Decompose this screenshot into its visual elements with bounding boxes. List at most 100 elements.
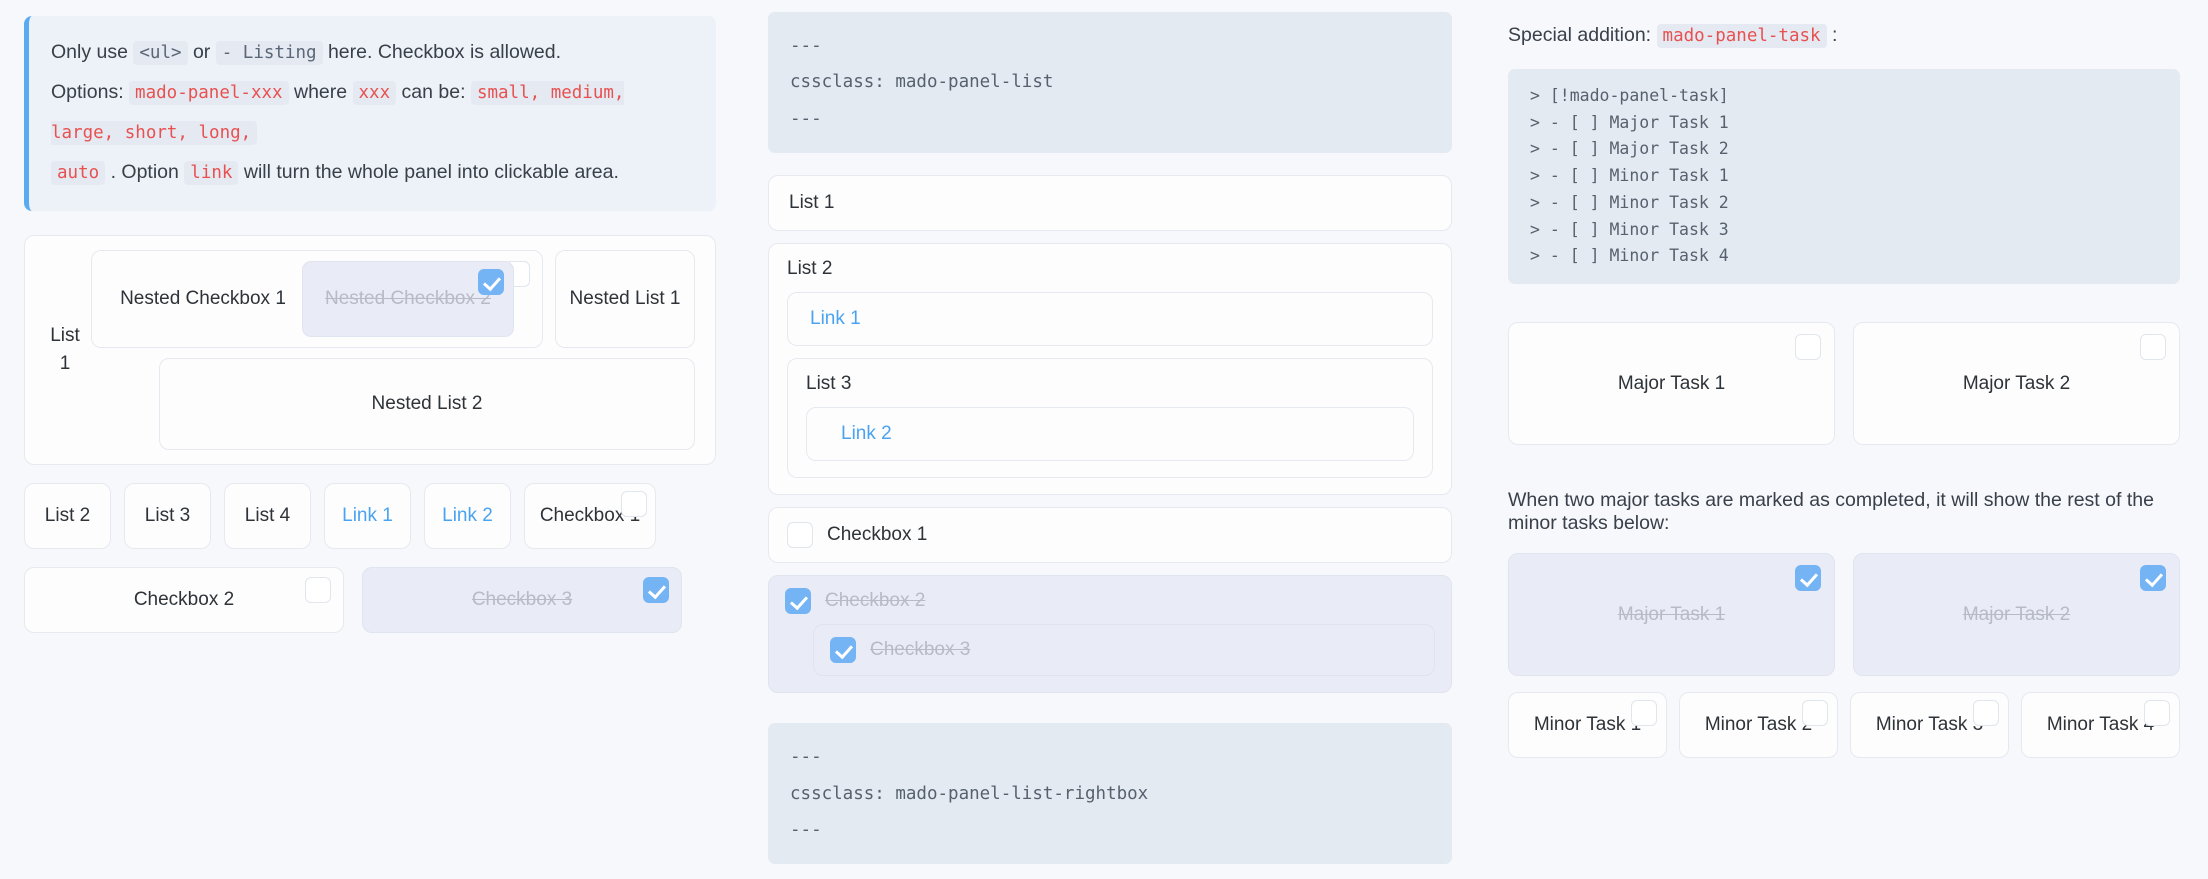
code-block-panel-list: --- cssclass: mado-panel-list --- — [768, 12, 1452, 154]
callout-text: here. Checkbox is allowed. — [322, 41, 562, 63]
chip-label: List 4 — [244, 504, 291, 526]
callout-line-2: Options: mado-panel-xxx where xxx can be… — [51, 72, 694, 152]
major-task-1-label: Major Task 1 — [1617, 372, 1726, 394]
chip-label: List 2 — [44, 504, 91, 526]
callout-text: where — [288, 81, 353, 104]
checkbox-icon-wide-2[interactable] — [305, 576, 331, 603]
code-mado-panel-xxx: mado-panel-xxx — [129, 81, 289, 106]
checkbox-2-row[interactable]: Checkbox 2 — [785, 588, 1435, 615]
list-1-row[interactable]: List 1 — [768, 175, 1452, 232]
checkbox-3-row[interactable]: Checkbox 3 — [813, 624, 1435, 677]
checkbox-icon-major-1[interactable] — [1795, 334, 1821, 361]
major-task-1-card[interactable]: Major Task 1 — [1508, 322, 1835, 446]
widebox-label: Checkbox 2 — [133, 588, 235, 610]
checkbox-icon-minor-3[interactable] — [1973, 700, 1999, 727]
callout-text: can be: — [396, 81, 471, 104]
nested-checkbox-2-label: Nested Checkbox 2 — [324, 287, 491, 309]
special-addition-heading: Special addition: mado-panel-task : — [1508, 24, 2180, 48]
checkbox-icon-major-1-done[interactable] — [1795, 565, 1821, 592]
chip-checkbox-1[interactable]: Checkbox 1 — [524, 482, 656, 549]
minor-task-3-card[interactable]: Minor Task 3 — [1850, 692, 2009, 759]
major-task-2-done-label: Major Task 2 — [1962, 603, 2071, 625]
chip-label[interactable]: Link 1 — [342, 505, 393, 527]
code-ul: <ul> — [133, 41, 188, 65]
link-2-row[interactable]: Link 2 — [806, 407, 1414, 462]
checkbox-2-label: Checkbox 2 — [825, 590, 926, 612]
checkbox-icon-major-2-done[interactable] — [2140, 565, 2166, 592]
nested-checkbox-group[interactable]: Nested Checkbox 1 Nested Checkbox 2 — [91, 249, 543, 349]
callout-text: Options: — [51, 81, 130, 104]
link-1-row[interactable]: Link 1 — [787, 292, 1433, 347]
checkbox-icon-minor-4[interactable] — [2144, 700, 2170, 727]
code-mado-panel-task: mado-panel-task — [1656, 24, 1827, 48]
major-task-done-row: Major Task 1 Major Task 2 — [1508, 553, 2180, 677]
list-2-row[interactable]: List 2 Link 1 List 3 Link 2 — [768, 243, 1452, 496]
checkbox-2-group[interactable]: Checkbox 2 Checkbox 3 — [768, 575, 1452, 694]
link-2-label[interactable]: Link 2 — [841, 423, 892, 444]
chip-row: List 2 List 3 List 4 Link 1 Link 2 Check… — [24, 482, 716, 549]
major-task-row: Major Task 1 Major Task 2 — [1508, 322, 2180, 446]
list-3-label: List 3 — [806, 373, 852, 395]
checkbox-icon-minor-1[interactable] — [1631, 700, 1657, 727]
minor-task-1-label: Minor Task 1 — [1533, 714, 1642, 736]
minor-task-4-card[interactable]: Minor Task 4 — [2021, 692, 2180, 759]
panel-list-demo: List 1 List 2 Link 1 List 3 Link 2 Check… — [768, 175, 1452, 694]
usage-callout: Only use <ul> or - Listing here. Checkbo… — [24, 16, 716, 211]
nested-list-1-panel[interactable]: Nested List 1 — [555, 249, 695, 349]
left-column: Only use <ul> or - Listing here. Checkbo… — [0, 0, 740, 879]
link-1-label[interactable]: Link 1 — [810, 308, 861, 329]
chip-list-2[interactable]: List 2 — [24, 482, 111, 549]
right-column: Special addition: mado-panel-task : > [!… — [1480, 0, 2208, 879]
callout-line-1: Only use <ul> or - Listing here. Checkbo… — [51, 32, 694, 72]
widebox-checkbox-3[interactable]: Checkbox 3 — [362, 566, 682, 633]
checkbox-icon-wide-3[interactable] — [643, 576, 669, 603]
minor-task-2-card[interactable]: Minor Task 2 — [1679, 692, 1838, 759]
nested-list-2-label: Nested List 2 — [371, 392, 483, 414]
major-task-2-done-card[interactable]: Major Task 2 — [1853, 553, 2180, 677]
callout-text: Only use — [51, 41, 134, 63]
page-root: Only use <ul> or - Listing here. Checkbo… — [0, 0, 2208, 879]
list-3-row[interactable]: List 3 Link 2 — [787, 358, 1433, 479]
checkbox-icon-mid-2[interactable] — [785, 588, 811, 615]
nested-checkbox-2-panel[interactable]: Nested Checkbox 2 — [301, 260, 514, 337]
nested-checkbox-1-label: Nested Checkbox 1 — [120, 288, 286, 310]
middle-column: --- cssclass: mado-panel-list --- List 1… — [740, 0, 1480, 879]
minor-task-3-label: Minor Task 3 — [1875, 714, 1984, 736]
code-block-task-callout: > [!mado-panel-task] > - [ ] Major Task … — [1508, 69, 2180, 285]
widebox-checkbox-2[interactable]: Checkbox 2 — [24, 566, 344, 633]
nested-row: Nested Checkbox 1 Nested Checkbox 2 Nest… — [91, 249, 695, 349]
chip-link-1[interactable]: Link 1 — [324, 482, 411, 549]
code-link: link — [184, 161, 239, 186]
checkbox-3-label: Checkbox 3 — [870, 639, 971, 661]
list-1-panel[interactable]: List 1 Nested Checkbox 1 Nested Checkbox … — [24, 234, 716, 465]
list-1-label: List 1 — [789, 192, 835, 214]
list-3-children: Link 2 — [806, 407, 1414, 462]
callout-text: or — [187, 41, 216, 63]
checkbox-icon-major-2[interactable] — [2140, 334, 2166, 361]
chip-label[interactable]: Link 2 — [442, 505, 493, 527]
chip-link-2[interactable]: Link 2 — [424, 482, 511, 549]
checkbox-icon-nested-2[interactable] — [477, 268, 504, 295]
minor-task-row: Minor Task 1 Minor Task 2 Minor Task 3 M… — [1508, 692, 2180, 759]
major-task-1-done-card[interactable]: Major Task 1 — [1508, 553, 1835, 677]
checkbox-icon-chip-1[interactable] — [621, 490, 647, 517]
major-task-2-card[interactable]: Major Task 2 — [1853, 322, 2180, 446]
minor-task-1-card[interactable]: Minor Task 1 — [1508, 692, 1667, 759]
callout-text: . Option — [105, 161, 185, 184]
list-1-contents: Nested Checkbox 1 Nested Checkbox 2 Nest… — [91, 249, 695, 450]
completion-note: When two major tasks are marked as compl… — [1508, 489, 2154, 535]
chip-list-4[interactable]: List 4 — [224, 482, 311, 549]
checkbox-1-row[interactable]: Checkbox 1 — [768, 507, 1452, 564]
checkbox-1-label: Checkbox 1 — [827, 524, 928, 546]
checkbox-icon-mid-3[interactable] — [830, 637, 856, 664]
checkbox-icon-mid-1[interactable] — [787, 522, 813, 549]
nested-list-1-label: Nested List 1 — [569, 287, 681, 309]
chip-label: List 3 — [144, 504, 191, 526]
heading-text: Special addition: — [1508, 24, 1657, 46]
minor-task-2-label: Minor Task 2 — [1704, 714, 1813, 736]
chip-list-3[interactable]: List 3 — [124, 482, 211, 549]
code-xxx: xxx — [352, 81, 397, 106]
nested-list-2-panel[interactable]: Nested List 2 — [159, 358, 695, 450]
checkbox-icon-minor-2[interactable] — [1802, 700, 1828, 727]
list-1-label: List 1 — [50, 325, 80, 374]
